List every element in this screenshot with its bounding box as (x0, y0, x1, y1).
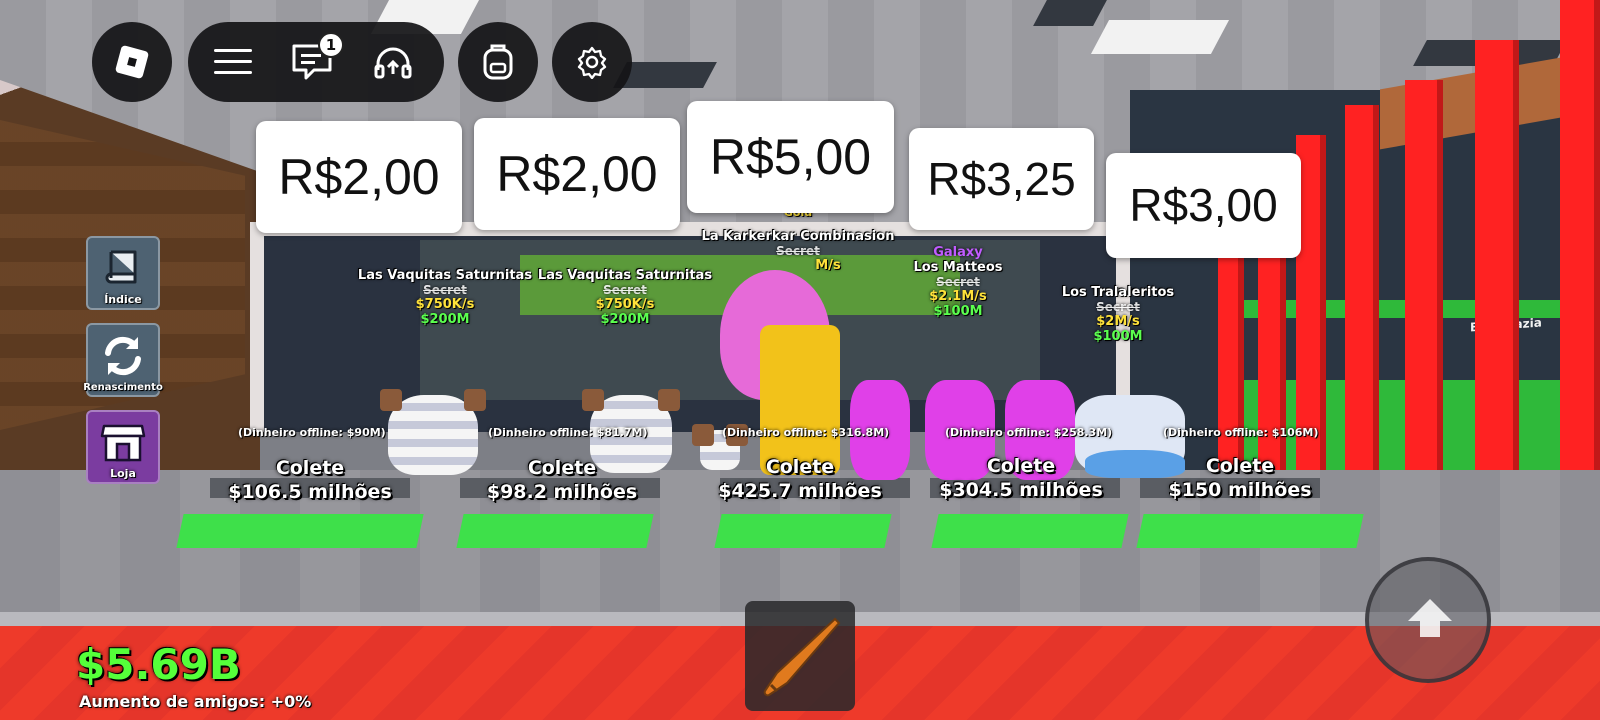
shop-label: Loja (110, 467, 136, 480)
collect-label: Colete (765, 456, 835, 478)
brainrot-mutation: Galaxy (933, 245, 983, 260)
hotbar-slot-bat[interactable] (745, 601, 855, 711)
brainrot-rate: $750K/s (595, 297, 655, 312)
roblox-menu-button[interactable] (92, 22, 172, 102)
collect-amount: $150 milhões (1168, 479, 1312, 501)
backpack-button[interactable] (458, 22, 538, 102)
collect-label: Colete (1205, 455, 1275, 477)
collect-button[interactable]: Colete $425.7 milhões (690, 456, 910, 502)
friend-boost: Aumento de amigos: +0% (79, 692, 312, 711)
rebirth-button[interactable]: Renascimento (83, 323, 163, 397)
backpack-icon (458, 22, 538, 102)
green-pad[interactable] (931, 514, 1129, 548)
money-counter: $5.69B (76, 640, 241, 689)
collect-label: Colete (527, 457, 597, 479)
collect-amount: $425.7 milhões (718, 480, 882, 502)
offline-money: (Dinheiro offline: $106M) (1163, 426, 1319, 439)
price-card[interactable]: R$3,00 (1106, 153, 1301, 258)
rebirth-label: Renascimento (83, 382, 163, 393)
brainrot-rate: $2M/s (1096, 314, 1140, 329)
red-pillar (1560, 0, 1600, 540)
green-pad[interactable] (456, 514, 654, 548)
offline-money: (Dinheiro offline: $90M) (238, 426, 386, 439)
offline-money: (Dinheiro offline: $81.7M) (488, 426, 648, 439)
collect-button[interactable]: Colete $304.5 milhões (911, 455, 1131, 501)
brainrot-rarity: Secret (603, 283, 647, 297)
index-button[interactable]: Índice (86, 236, 160, 310)
brainrot-name: Los Matteos (913, 260, 1003, 275)
ceiling-light (1090, 20, 1230, 54)
up-arrow-icon (1402, 595, 1458, 649)
chat-icon[interactable]: 1 (278, 22, 348, 102)
price-card[interactable]: R$2,00 (474, 118, 680, 230)
collect-label: Colete (275, 457, 345, 479)
collect-button[interactable]: Colete $150 milhões (1130, 455, 1350, 501)
price-card[interactable]: R$5,00 (687, 101, 894, 213)
pod-label-5: Los Tralaleritos Secret $2M/s $100M (998, 285, 1238, 344)
green-pad[interactable] (714, 514, 892, 548)
offline-money: (Dinheiro offline: $316.8M) (722, 426, 890, 439)
green-pad[interactable] (176, 514, 424, 548)
offline-money: (Dinheiro offline: $258.3M) (945, 426, 1113, 439)
price-card[interactable]: R$3,25 (909, 128, 1094, 230)
headset-icon[interactable] (358, 22, 428, 102)
brainrot-name: La Karkerkar Combinasion (701, 229, 895, 244)
refresh-icon (100, 333, 146, 383)
brainrot-price: $200M (600, 312, 650, 327)
top-bar: 1 (188, 22, 444, 102)
shop-icon (100, 420, 146, 468)
red-pillar (1475, 40, 1519, 520)
collect-amount: $98.2 milhões (486, 481, 638, 503)
roblox-logo-icon (92, 22, 172, 102)
price-card[interactable]: R$2,00 (256, 121, 462, 233)
red-pillar (1345, 105, 1379, 505)
brainrot-price: $100M (1093, 329, 1143, 344)
red-pillar (1405, 80, 1443, 510)
red-pillar (1218, 230, 1244, 480)
character-karkerkar[interactable] (760, 325, 840, 475)
book-icon (101, 246, 145, 294)
green-pad[interactable] (1136, 514, 1364, 548)
settings-button[interactable] (552, 22, 632, 102)
brainrot-name: Los Tralaleritos (1061, 285, 1175, 300)
collect-amount: $106.5 milhões (228, 481, 392, 503)
collect-amount: $304.5 milhões (939, 479, 1103, 501)
index-label: Índice (104, 293, 142, 306)
gear-icon (552, 22, 632, 102)
brainrot-rarity: Secret (1096, 300, 1140, 314)
chat-badge: 1 (318, 32, 344, 58)
menu-icon[interactable] (198, 22, 268, 102)
jump-button[interactable] (1365, 557, 1491, 683)
collect-button[interactable]: Colete $106.5 milhões (200, 457, 420, 503)
pod-label-2: Las Vaquitas Saturnitas Secret $750K/s $… (505, 268, 745, 327)
collect-label: Colete (986, 455, 1056, 477)
shop-button[interactable]: Loja (86, 410, 160, 484)
collect-button[interactable]: Colete $98.2 milhões (452, 457, 672, 503)
bat-icon (755, 611, 845, 705)
